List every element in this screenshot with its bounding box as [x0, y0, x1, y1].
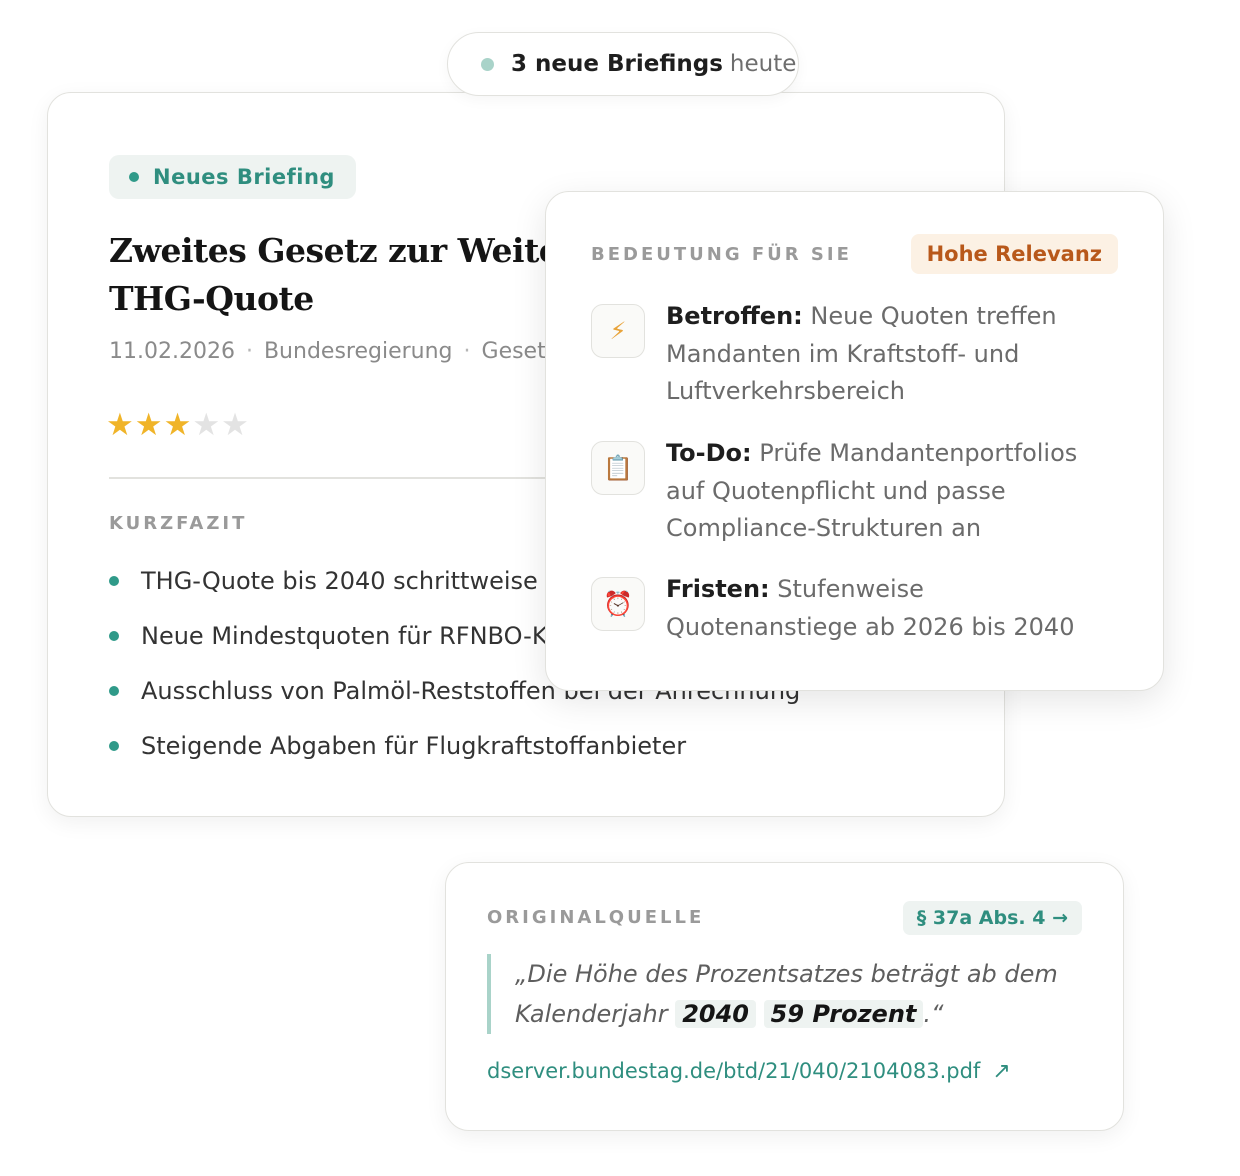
- relevance-item-todo: 📋 To-Do: Prüfe Mandantenportfolios auf Q…: [591, 439, 1121, 548]
- bullet-icon: [109, 630, 119, 641]
- external-link-icon[interactable]: ↗: [992, 1059, 1010, 1084]
- bullet-icon: [109, 685, 119, 696]
- source-label: ORIGINALQUELLE: [487, 907, 705, 928]
- briefing-count: 3 neue Briefings: [511, 51, 723, 77]
- bullet-icon: [109, 575, 119, 586]
- paragraph-link[interactable]: § 37a Abs. 4 →: [902, 901, 1082, 935]
- source-quote: „Die Höhe des Prozentsatzes beträgt ab d…: [487, 954, 1095, 1034]
- relevance-card[interactable]: BEDEUTUNG FÜR SIE Hohe Relevanz ⚡ Betrof…: [545, 191, 1164, 691]
- relevance-badge: Hohe Relevanz: [910, 234, 1118, 274]
- clipboard-icon: 📋: [591, 441, 645, 495]
- item-key: Fristen:: [666, 575, 770, 603]
- quote-highlight-percent: 59 Prozent: [763, 1000, 924, 1028]
- list-item: Steigende Abgaben für Flugkraftstoffanbi…: [109, 718, 800, 773]
- source-link[interactable]: dserver.bundestag.de/btd/21/040/2104083.…: [487, 1059, 1011, 1084]
- bullet-icon: [109, 740, 119, 751]
- briefing-source: Bundesregierung: [263, 339, 453, 364]
- star-empty-icon: ★★: [192, 407, 250, 443]
- briefing-date: 11.02.2026: [109, 339, 235, 364]
- summary-label: KURZFAZIT: [109, 513, 248, 534]
- relevance-item-affected: ⚡ Betroffen: Neue Quoten treffen Mandant…: [591, 302, 1121, 411]
- item-key: To-Do:: [666, 439, 752, 467]
- badge-label: Neues Briefing: [153, 165, 335, 189]
- lightning-icon: ⚡: [591, 304, 645, 358]
- quote-highlight-year: 2040: [675, 1000, 756, 1028]
- source-card: ORIGINALQUELLE § 37a Abs. 4 → „Die Höhe …: [445, 862, 1124, 1131]
- star-filled-icon: ★★★: [106, 407, 193, 443]
- relevance-item-deadlines: ⏰ Fristen: Stufenweise Quotenanstiege ab…: [591, 575, 1121, 646]
- briefing-count-suffix: heute: [729, 51, 797, 77]
- relevance-label: BEDEUTUNG FÜR SIE: [591, 244, 852, 265]
- status-dot: [481, 57, 494, 71]
- new-briefing-badge: Neues Briefing: [109, 155, 356, 199]
- rating-stars: ★★★★★: [106, 407, 250, 443]
- alarm-clock-icon: ⏰: [591, 577, 645, 631]
- new-briefings-pill[interactable]: 3 neue Briefings heute: [447, 32, 799, 96]
- badge-dot: [129, 172, 139, 182]
- item-key: Betroffen:: [666, 302, 803, 330]
